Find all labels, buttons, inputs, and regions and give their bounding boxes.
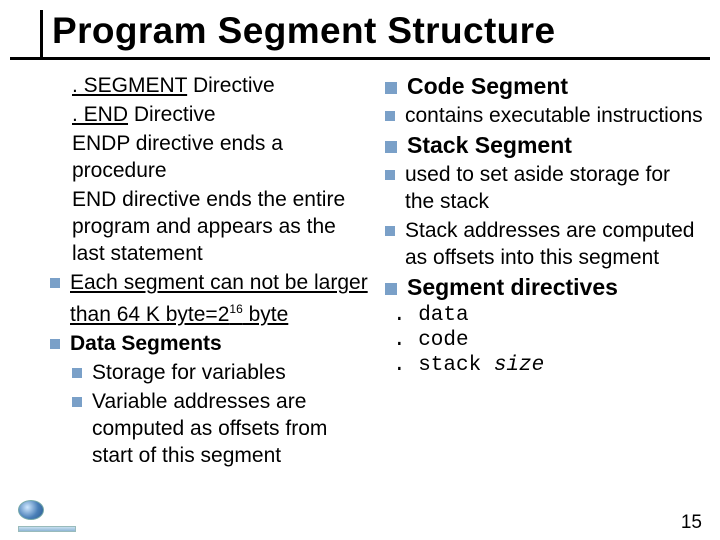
list-item: ENDP directive ends a procedure <box>72 130 369 184</box>
page-number: 15 <box>681 512 702 534</box>
list-item: . SEGMENT Directive <box>72 72 369 99</box>
text-line: Storage for variables <box>92 359 286 386</box>
right-column: Code Segment contains executable instruc… <box>377 72 712 530</box>
segment-directives-heading: Segment directives <box>407 273 618 301</box>
list-item: END directive ends the entire program an… <box>72 186 369 267</box>
logo-graphic <box>18 500 76 528</box>
list-item: Code Segment <box>385 72 704 100</box>
vertical-rule <box>40 10 43 60</box>
text-line: . END Directive <box>72 101 216 128</box>
code-line: . data <box>393 303 704 328</box>
list-item: Variable addresses are computed as offse… <box>72 388 369 469</box>
bullet-icon <box>50 339 60 349</box>
text-line: . SEGMENT Directive <box>72 72 275 99</box>
text: . stack <box>393 354 494 377</box>
globe-icon <box>18 500 44 520</box>
text-line: contains executable instructions <box>405 102 703 129</box>
list-item: Stack addresses are computed as offsets … <box>385 217 704 271</box>
size-param: size <box>494 354 544 377</box>
list-item: Data Segments <box>50 330 369 357</box>
stack-segment-heading: Stack Segment <box>407 131 572 159</box>
text-line: used to set aside storage for the stack <box>405 161 704 215</box>
text: Directive <box>187 74 275 97</box>
text-line: Each segment can not be larger than 64 K… <box>70 269 369 328</box>
code-line: . stack size <box>393 353 704 378</box>
code-line: . code <box>393 328 704 353</box>
text-line: Variable addresses are computed as offse… <box>92 388 369 469</box>
text-line: END directive ends the entire program an… <box>72 186 369 267</box>
text: Directive <box>128 103 216 126</box>
list-item: Stack Segment <box>385 131 704 159</box>
bullet-icon <box>385 111 395 121</box>
bullet-icon <box>385 82 397 94</box>
list-item: contains executable instructions <box>385 102 704 129</box>
list-item: Storage for variables <box>72 359 369 386</box>
list-item: Segment directives <box>385 273 704 301</box>
list-item: Each segment can not be larger than 64 K… <box>50 269 369 328</box>
left-column: . SEGMENT Directive . END Directive ENDP… <box>42 72 377 530</box>
horizontal-rule <box>10 57 710 60</box>
bullet-icon <box>385 226 395 236</box>
list-item: used to set aside storage for the stack <box>385 161 704 215</box>
end-keyword: . END <box>72 103 128 126</box>
data-segments-heading: Data Segments <box>70 330 222 357</box>
text-line: ENDP directive ends a procedure <box>72 130 369 184</box>
banner-icon <box>18 526 76 532</box>
text-line: Stack addresses are computed as offsets … <box>405 217 704 271</box>
list-item: . END Directive <box>72 101 369 128</box>
bullet-icon <box>385 141 397 153</box>
code-segment-heading: Code Segment <box>407 72 568 100</box>
bullet-icon <box>50 278 60 288</box>
slide: Program Segment Structure . SEGMENT Dire… <box>0 0 720 540</box>
segment-keyword: . SEGMENT <box>72 74 187 97</box>
text: byte <box>243 303 289 326</box>
bullet-icon <box>72 397 82 407</box>
bullet-icon <box>385 170 395 180</box>
page-title: Program Segment Structure <box>0 10 720 52</box>
text: Each segment can not be larger than 64 K… <box>70 271 368 326</box>
title-area: Program Segment Structure <box>0 0 720 60</box>
bullet-icon <box>72 368 82 378</box>
content-area: . SEGMENT Directive . END Directive ENDP… <box>42 72 712 530</box>
bullet-icon <box>385 283 397 295</box>
superscript: 16 <box>229 302 242 316</box>
